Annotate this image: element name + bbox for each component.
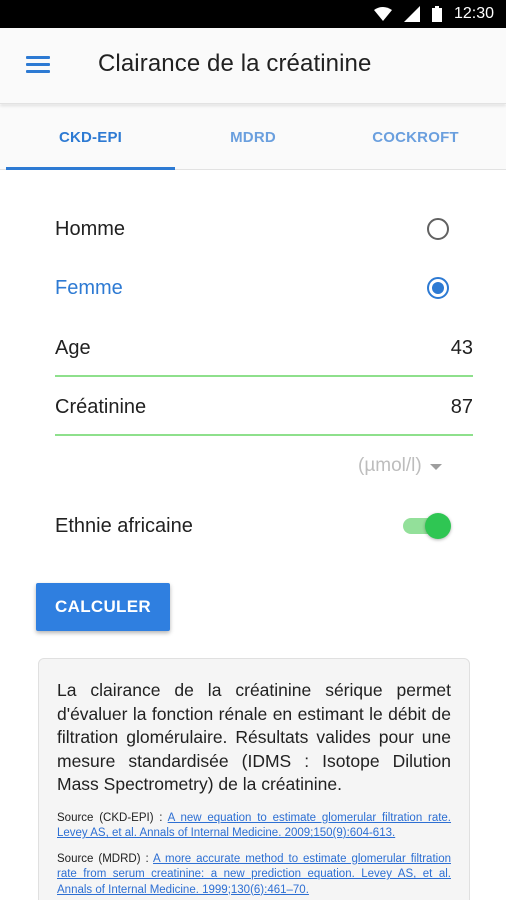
hamburger-menu-icon[interactable] bbox=[26, 52, 62, 82]
toggle-thumb bbox=[425, 513, 451, 539]
ethnicity-toggle[interactable] bbox=[401, 511, 453, 541]
ethnicity-row: Ethnie africaine bbox=[55, 510, 473, 542]
age-input[interactable]: 43 bbox=[451, 337, 473, 360]
status-bar: 12:30 bbox=[0, 0, 506, 28]
age-field[interactable]: Age 43 bbox=[55, 332, 473, 364]
creatinine-input[interactable]: 87 bbox=[451, 396, 473, 419]
ethnicity-label: Ethnie africaine bbox=[55, 514, 193, 537]
source-ckd-epi: Source (CKD-EPI) : A new equation to est… bbox=[57, 811, 451, 842]
creatinine-label: Créatinine bbox=[55, 395, 147, 418]
active-tab-indicator bbox=[6, 167, 175, 170]
sex-option-homme[interactable]: Homme bbox=[55, 213, 473, 245]
app-bar: Clairance de la créatinine bbox=[0, 28, 506, 104]
sex-option-femme[interactable]: Femme bbox=[55, 272, 473, 304]
tab-cockroft[interactable]: COCKROFT bbox=[331, 105, 500, 170]
info-card: La clairance de la créatinine sérique pe… bbox=[38, 658, 470, 900]
radio-homme[interactable] bbox=[427, 218, 449, 240]
battery-icon bbox=[431, 6, 442, 22]
tab-ckd-epi[interactable]: CKD-EPI bbox=[6, 105, 175, 170]
calculate-button[interactable]: CALCULER bbox=[36, 583, 170, 631]
source-prefix: Source (MDRD) : bbox=[57, 852, 153, 865]
status-icons: 12:30 bbox=[373, 4, 494, 24]
radio-femme[interactable] bbox=[427, 277, 449, 299]
page-title: Clairance de la créatinine bbox=[98, 50, 372, 77]
source-prefix: Source (CKD-EPI) : bbox=[57, 811, 168, 824]
sex-option-label: Homme bbox=[55, 217, 126, 240]
dropdown-arrow-icon bbox=[429, 464, 442, 470]
info-text: La clairance de la créatinine sérique pe… bbox=[57, 680, 451, 794]
unit-dropdown[interactable]: (µmol/l) bbox=[358, 455, 442, 477]
sex-option-label: Femme bbox=[55, 276, 123, 299]
age-label: Age bbox=[55, 336, 91, 359]
age-field-underline bbox=[55, 375, 473, 377]
tab-mdrd[interactable]: MDRD bbox=[175, 105, 331, 170]
unit-selected-value: (µmol/l) bbox=[358, 455, 422, 476]
status-time: 12:30 bbox=[453, 5, 494, 22]
tab-bar: CKD-EPI MDRD COCKROFT bbox=[0, 105, 506, 170]
wifi-icon bbox=[373, 7, 392, 21]
cell-signal-icon bbox=[403, 6, 420, 22]
source-mdrd: Source (MDRD) : A more accurate method t… bbox=[57, 852, 451, 899]
creatinine-field-underline bbox=[55, 434, 473, 436]
creatinine-field[interactable]: Créatinine 87 bbox=[55, 391, 473, 423]
